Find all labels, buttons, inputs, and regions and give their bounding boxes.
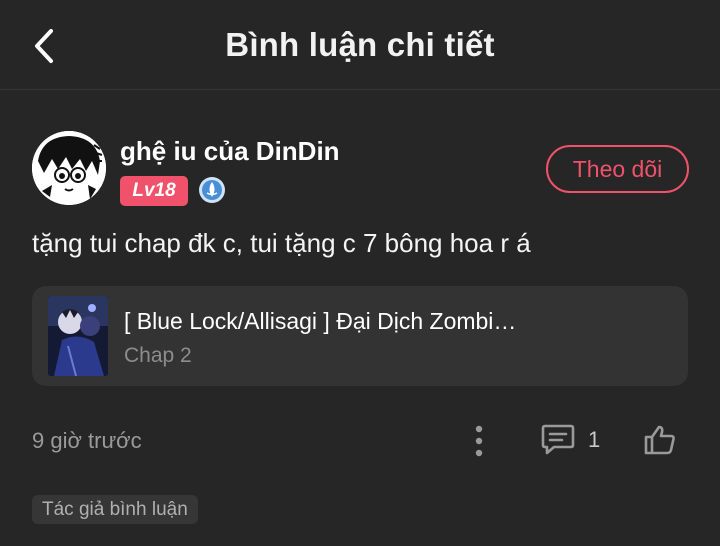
story-cover-image — [48, 296, 108, 376]
rank-badge-icon — [198, 176, 226, 204]
more-options-button[interactable] — [466, 422, 492, 460]
like-button[interactable] — [640, 420, 680, 460]
username[interactable]: ghệ iu của DinDin — [120, 136, 340, 167]
follow-button[interactable]: Theo dõi — [546, 145, 689, 193]
story-chapter: Chap 2 — [124, 344, 192, 367]
page-title: Bình luận chi tiết — [225, 26, 495, 63]
avatar-image — [32, 131, 106, 205]
app-header: Bình luận chi tiết — [0, 0, 720, 90]
comment-timestamp: 9 giờ trước — [32, 428, 142, 453]
story-card[interactable]: [ Blue Lock/Allisagi ] Đại Dịch Zombi… C… — [32, 286, 688, 386]
level-badge: Lv18 — [120, 176, 188, 206]
comment-icon — [541, 424, 575, 455]
author-tag: Tác giả bình luận — [32, 495, 198, 524]
reply-button[interactable]: 1 — [540, 420, 600, 460]
more-vertical-icon — [475, 425, 483, 457]
thumbs-up-icon — [644, 425, 675, 455]
reply-count: 1 — [588, 427, 601, 452]
comment-text: tặng tui chap đk c, tui tặng c 7 bông ho… — [32, 228, 531, 258]
avatar[interactable] — [32, 131, 106, 205]
story-title: [ Blue Lock/Allisagi ] Đại Dịch Zombi… — [124, 308, 517, 334]
